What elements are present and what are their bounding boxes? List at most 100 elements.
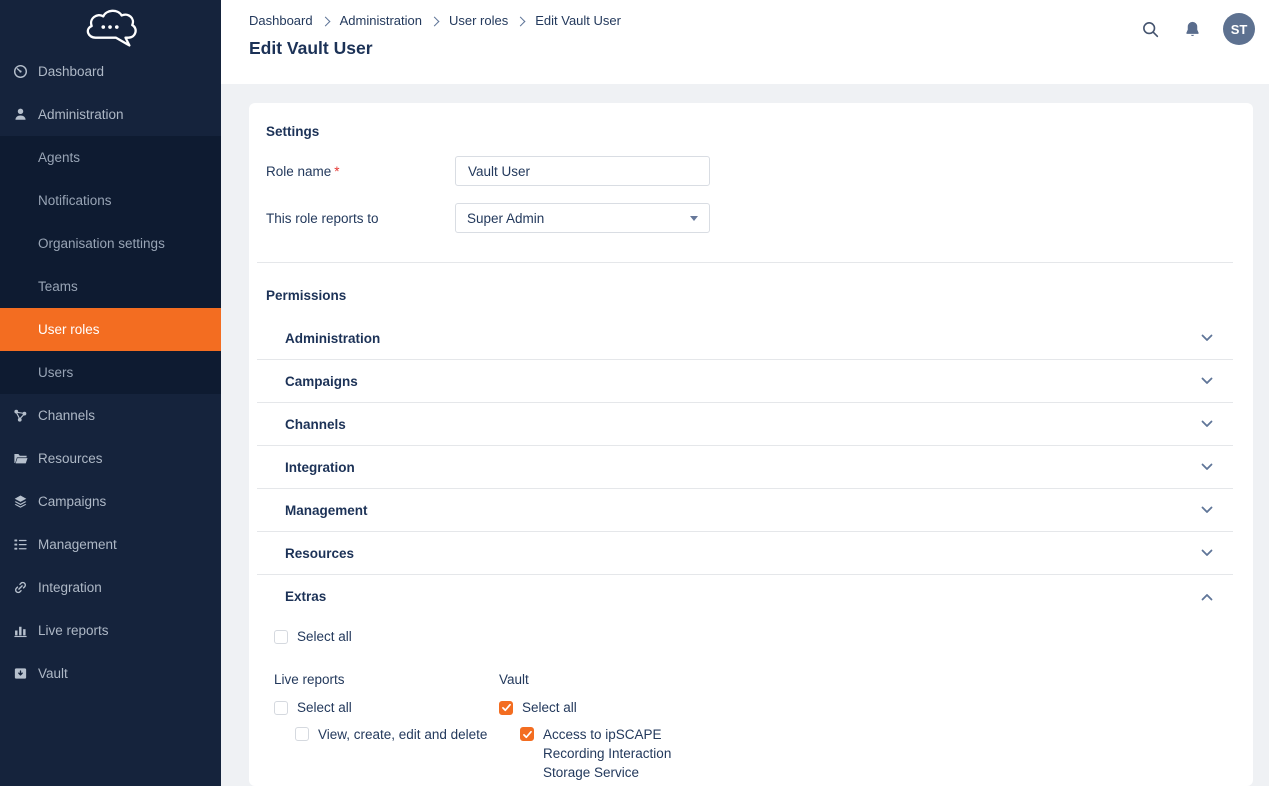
sidebar-item-administration[interactable]: Administration [0, 93, 221, 136]
page-title: Edit Vault User [249, 38, 621, 59]
sidebar-item-label: Campaigns [38, 494, 106, 509]
sidebar-submenu-administration: Agents Notifications Organisation settings… [0, 136, 221, 394]
chevron-down-icon [1201, 549, 1213, 557]
breadcrumb: Dashboard Administration User roles Edit Va… [249, 13, 621, 28]
vault-item-access-to-ipscape-re-row[interactable]: Access to ipSCAPE Recording Interaction … [520, 725, 673, 782]
topbar-right: ST [1139, 0, 1255, 45]
chevron-up-icon [1201, 593, 1213, 601]
extras-content: Select all Live reports Select all View, cr… [257, 627, 1233, 782]
sidebar-item-label: Resources [38, 451, 103, 466]
extras-groups: Live reports Select all View, create, edit… [274, 672, 1233, 782]
permission-section-label: Channels [285, 417, 346, 432]
permission-section-label: Resources [285, 546, 354, 561]
live-reports-item-view-create-edit-and-label[interactable]: View, create, edit and delete [318, 725, 487, 744]
permission-section-integration[interactable]: Integration [257, 446, 1233, 489]
permission-section-extras[interactable]: Extras [257, 575, 1233, 618]
share-icon [12, 408, 28, 424]
gauge-icon [12, 64, 28, 80]
this-role-reports-to-select[interactable]: Super Admin [455, 203, 710, 233]
sidebar-subitem-organisation-settings[interactable]: Organisation settings [0, 222, 221, 265]
sidebar-item-label: Dashboard [38, 64, 104, 79]
permissions-heading: Permissions [266, 287, 1233, 305]
sidebar-item-resources[interactable]: Resources [0, 437, 221, 480]
topbar-left: Dashboard Administration User roles Edit Va… [249, 0, 621, 84]
extras-select-all-label[interactable]: Select all [297, 627, 352, 646]
breadcrumb-separator-icon [430, 16, 440, 26]
bell-icon[interactable] [1181, 18, 1203, 40]
sidebar-item-campaigns[interactable]: Campaigns [0, 480, 221, 523]
main-area: Dashboard Administration User roles Edit Va… [221, 0, 1269, 786]
permission-section-management[interactable]: Management [257, 489, 1233, 532]
chevron-down-icon [1201, 334, 1213, 342]
logo [0, 0, 221, 50]
edit-role-card: Settings Role name*This role reports toS… [249, 103, 1253, 786]
sidebar-subitem-agents[interactable]: Agents [0, 136, 221, 179]
live-reports-item-view-create-edit-and-row[interactable]: View, create, edit and delete [295, 725, 499, 744]
sidebar-subitem-label: Agents [38, 150, 80, 165]
permission-section-resources[interactable]: Resources [257, 532, 1233, 575]
sidebar: Dashboard Administration Agents Notificatio… [0, 0, 221, 786]
permission-section-label: Management [285, 503, 368, 518]
sidebar-item-label: Channels [38, 408, 95, 423]
cloud-chat-logo-icon [82, 7, 140, 54]
extras-select-all-checkbox[interactable] [274, 630, 288, 644]
avatar[interactable]: ST [1223, 13, 1255, 45]
sidebar-subitem-label: Users [38, 365, 73, 380]
sidebar-subitem-users[interactable]: Users [0, 351, 221, 394]
chevron-down-icon [1201, 506, 1213, 514]
live-reports-select-all-label[interactable]: Select all [297, 698, 352, 717]
required-asterisk: * [334, 164, 339, 179]
permission-section-label: Extras [285, 589, 326, 604]
role-name-input[interactable] [455, 156, 710, 186]
sidebar-item-label: Vault [38, 666, 68, 681]
vault-select-all-row[interactable]: Select all [499, 698, 673, 717]
topbar: Dashboard Administration User roles Edit Va… [221, 0, 1269, 84]
extras-group-title: Live reports [274, 672, 499, 687]
sidebar-subitem-label: Teams [38, 279, 78, 294]
search-icon[interactable] [1139, 18, 1161, 40]
permission-section-channels[interactable]: Channels [257, 403, 1233, 446]
sidebar-nav: Dashboard Administration Agents Notificatio… [0, 50, 221, 695]
sidebar-item-label: Integration [38, 580, 102, 595]
field-row-role-name: Role name* [266, 156, 1233, 186]
select-caret-icon [690, 216, 698, 221]
sidebar-item-vault[interactable]: Vault [0, 652, 221, 695]
sidebar-subitem-teams[interactable]: Teams [0, 265, 221, 308]
permission-section-administration[interactable]: Administration [257, 317, 1233, 360]
sidebar-subitem-label: Organisation settings [38, 236, 165, 251]
breadcrumb-item-edit-vault-user[interactable]: Edit Vault User [535, 13, 621, 28]
link-icon [12, 580, 28, 596]
live-reports-item-view-create-edit-and-checkbox[interactable] [295, 727, 309, 741]
sidebar-subitem-notifications[interactable]: Notifications [0, 179, 221, 222]
select-value: Super Admin [467, 211, 544, 226]
chevron-down-icon [1201, 420, 1213, 428]
field-label: Role name* [266, 164, 455, 179]
permission-section-label: Campaigns [285, 374, 358, 389]
vault-item-access-to-ipscape-re-checkbox[interactable] [520, 727, 534, 741]
extras-group-vault: Vault Select all Access to ipSCAPE Recordi… [499, 672, 673, 782]
field-row-this-role-reports-to: This role reports toSuper Admin [266, 203, 1233, 233]
sidebar-item-label: Live reports [38, 623, 109, 638]
sidebar-item-channels[interactable]: Channels [0, 394, 221, 437]
sidebar-item-live-reports[interactable]: Live reports [0, 609, 221, 652]
app-root: Dashboard Administration Agents Notificatio… [0, 0, 1269, 786]
breadcrumb-item-administration[interactable]: Administration [340, 13, 422, 28]
breadcrumb-item-user-roles[interactable]: User roles [449, 13, 508, 28]
permission-section-campaigns[interactable]: Campaigns [257, 360, 1233, 403]
sidebar-subitem-user-roles[interactable]: User roles [0, 308, 221, 351]
sidebar-item-dashboard[interactable]: Dashboard [0, 50, 221, 93]
sidebar-item-integration[interactable]: Integration [0, 566, 221, 609]
vault-item-access-to-ipscape-re-label[interactable]: Access to ipSCAPE Recording Interaction … [543, 725, 673, 782]
sidebar-subitem-label: Notifications [38, 193, 112, 208]
extras-group-live-reports: Live reports Select all View, create, edit… [274, 672, 499, 782]
live-reports-select-all-checkbox[interactable] [274, 701, 288, 715]
sidebar-item-management[interactable]: Management [0, 523, 221, 566]
vault-select-all-checkbox[interactable] [499, 701, 513, 715]
live-reports-select-all-row[interactable]: Select all [274, 698, 499, 717]
chevron-down-icon [1201, 463, 1213, 471]
extras-group-title: Vault [499, 672, 673, 687]
vault-select-all-label[interactable]: Select all [522, 698, 577, 717]
extras-select-all-row[interactable]: Select all [274, 627, 1233, 646]
content: Settings Role name*This role reports toS… [221, 84, 1269, 786]
breadcrumb-item-dashboard[interactable]: Dashboard [249, 13, 313, 28]
